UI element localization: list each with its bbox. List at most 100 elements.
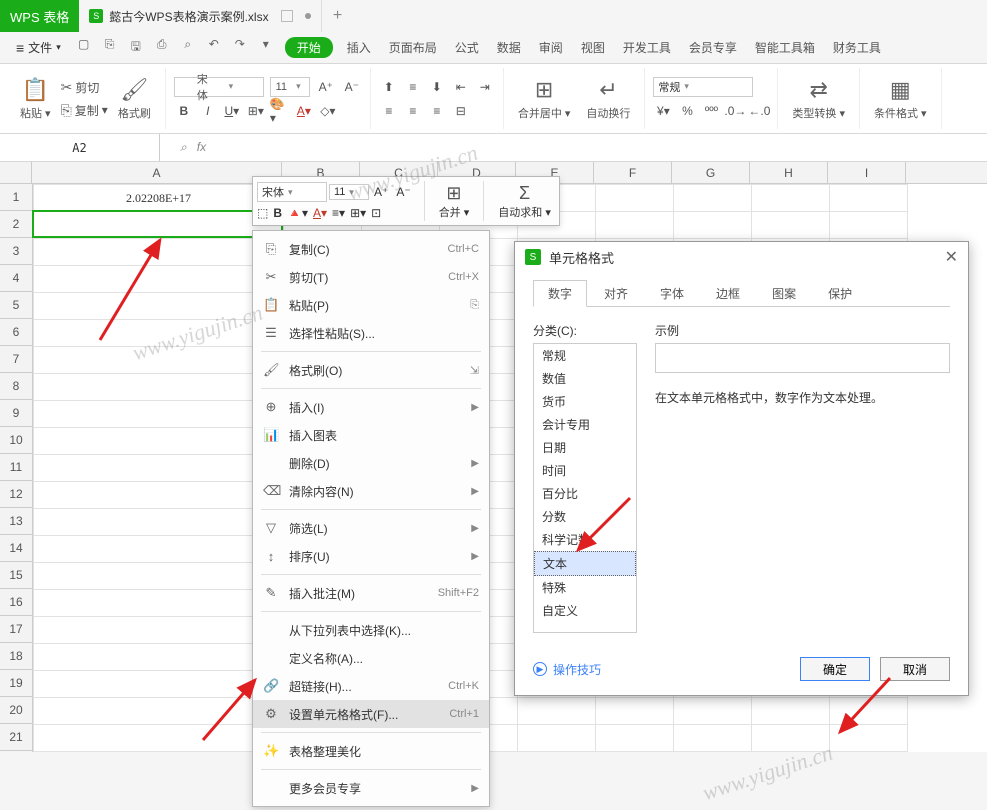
currency-icon[interactable]: ¥▾ (653, 101, 673, 121)
cm-define-name[interactable]: 定义名称(A)... (253, 644, 489, 672)
highlight-button[interactable]: ◇▾ (318, 101, 338, 121)
preview-icon[interactable]: ⌕ (179, 37, 197, 58)
mini-font-name[interactable]: 宋体▾ (257, 182, 327, 202)
row-header-2[interactable]: 2 (0, 211, 32, 238)
row-header-10[interactable]: 10 (0, 427, 32, 454)
cm-from-dropdown[interactable]: 从下拉列表中选择(K)... (253, 616, 489, 644)
row-header-14[interactable]: 14 (0, 535, 32, 562)
operation-tip-link[interactable]: ▶ 操作技巧 (533, 661, 601, 678)
cm-insert[interactable]: ⊕插入(I)▶ (253, 393, 489, 421)
row-header-13[interactable]: 13 (0, 508, 32, 535)
row-header-4[interactable]: 4 (0, 265, 32, 292)
tab-finance[interactable]: 财务工具 (833, 39, 881, 56)
row-header-3[interactable]: 3 (0, 238, 32, 265)
mini-increase-font-icon[interactable]: A⁺ (371, 185, 391, 199)
mini-font-size[interactable]: 11▾ (329, 184, 369, 200)
font-name-select[interactable]: 宋体▾ (174, 77, 264, 97)
align-right-icon[interactable]: ≡ (427, 101, 447, 121)
row-header-11[interactable]: 11 (0, 454, 32, 481)
row-header-19[interactable]: 19 (0, 670, 32, 697)
paste-button[interactable]: 📋 粘贴 ▾ (14, 77, 57, 121)
mini-align-button[interactable]: ≡▾ (332, 206, 345, 220)
row-header-12[interactable]: 12 (0, 481, 32, 508)
row-header-6[interactable]: 6 (0, 319, 32, 346)
mini-bold-button[interactable]: B (273, 206, 282, 220)
mini-format-button[interactable]: ⊡ (371, 206, 381, 220)
select-all-corner[interactable] (0, 162, 32, 183)
col-header-A[interactable]: A (32, 162, 282, 183)
merge-center-button[interactable]: ⊞ 合并居中 ▾ (512, 77, 577, 121)
copy-button[interactable]: ⎘复制 ▾ (57, 100, 112, 121)
indent-increase-icon[interactable]: ⇥ (475, 77, 495, 97)
align-center-icon[interactable]: ≡ (403, 101, 423, 121)
tab-review[interactable]: 审阅 (539, 39, 563, 56)
mini-border-button[interactable]: ⊞▾ (350, 206, 366, 220)
category-item[interactable]: 会计专用 (534, 413, 636, 436)
category-item[interactable]: 自定义 (534, 599, 636, 622)
mini-select-icon[interactable]: ⬚ (257, 206, 268, 220)
format-painter-button[interactable]: 🖌 格式刷 (112, 77, 157, 121)
document-tab[interactable]: S 懿古今WPS表格演示案例.xlsx (79, 0, 321, 32)
redo-icon[interactable]: ↷ (231, 37, 249, 58)
cm-copy[interactable]: ⎘复制(C)Ctrl+C (253, 235, 489, 263)
qat-more-icon[interactable]: ▾ (257, 37, 275, 58)
cm-hyperlink[interactable]: 🔗超链接(H)...Ctrl+K (253, 672, 489, 700)
tab-number[interactable]: 数字 (533, 280, 587, 307)
cm-sort[interactable]: ↕排序(U)▶ (253, 542, 489, 570)
cancel-button[interactable]: 取消 (880, 657, 950, 681)
cm-insert-comment[interactable]: ✎插入批注(M)Shift+F2 (253, 579, 489, 607)
row-header-9[interactable]: 9 (0, 400, 32, 427)
open-icon[interactable]: ⎘ (101, 37, 119, 58)
col-header-I[interactable]: I (828, 162, 906, 183)
decrease-decimal-icon[interactable]: ←.0 (749, 101, 769, 121)
row-header-8[interactable]: 8 (0, 373, 32, 400)
category-item[interactable]: 常规 (534, 344, 636, 367)
cm-delete[interactable]: 删除(D)▶ (253, 449, 489, 477)
font-color-button[interactable]: A▾ (294, 101, 314, 121)
tab-align[interactable]: 对齐 (589, 280, 643, 307)
cm-filter[interactable]: ▽筛选(L)▶ (253, 514, 489, 542)
row-header-17[interactable]: 17 (0, 616, 32, 643)
col-header-F[interactable]: F (594, 162, 672, 183)
decrease-font-icon[interactable]: A⁻ (342, 77, 362, 97)
category-item[interactable]: 文本 (534, 551, 636, 576)
category-item[interactable]: 数值 (534, 367, 636, 390)
distribute-icon[interactable]: ⊟ (451, 101, 471, 121)
cm-more-member[interactable]: 更多会员专享▶ (253, 774, 489, 802)
fill-color-button[interactable]: 🎨▾ (270, 101, 290, 121)
tab-view[interactable]: 视图 (581, 39, 605, 56)
undo-icon[interactable]: ↶ (205, 37, 223, 58)
tab-start[interactable]: 开始 (285, 37, 333, 58)
mini-autosum-button[interactable]: Σ 自动求和 ▾ (494, 183, 555, 220)
save-icon[interactable]: 🖫 (127, 37, 145, 58)
category-item[interactable]: 百分比 (534, 482, 636, 505)
tab-border[interactable]: 边框 (701, 280, 755, 307)
comma-icon[interactable]: ººº (701, 101, 721, 121)
mini-font-color-button[interactable]: A▾ (313, 206, 327, 220)
cancel-fx-icon[interactable]: ⌕ (180, 140, 187, 155)
tab-insert[interactable]: 插入 (347, 39, 371, 56)
number-format-select[interactable]: 常规▾ (653, 77, 753, 97)
align-top-icon[interactable]: ⬆ (379, 77, 399, 97)
new-tab-button[interactable]: + (322, 7, 354, 25)
align-bottom-icon[interactable]: ⬇ (427, 77, 447, 97)
tab-pattern[interactable]: 图案 (757, 280, 811, 307)
cut-button[interactable]: ✂剪切 (57, 77, 112, 98)
cm-cut[interactable]: ✂剪切(T)Ctrl+X (253, 263, 489, 291)
print-icon[interactable]: ⎙ (153, 37, 171, 58)
row-header-1[interactable]: 1 (0, 184, 32, 211)
ok-button[interactable]: 确定 (800, 657, 870, 681)
cm-beautify[interactable]: ✨表格整理美化 (253, 737, 489, 765)
category-item[interactable]: 货币 (534, 390, 636, 413)
row-header-7[interactable]: 7 (0, 346, 32, 373)
tab-dev-tools[interactable]: 开发工具 (623, 39, 671, 56)
col-header-G[interactable]: G (672, 162, 750, 183)
italic-button[interactable]: I (198, 101, 218, 121)
cm-clear[interactable]: ⌫清除内容(N)▶ (253, 477, 489, 505)
cm-paste-special[interactable]: ☰选择性粘贴(S)... (253, 319, 489, 347)
fx-icon[interactable]: fx (197, 140, 206, 155)
row-header-5[interactable]: 5 (0, 292, 32, 319)
category-item[interactable]: 科学记数 (534, 528, 636, 551)
category-item[interactable]: 分数 (534, 505, 636, 528)
tab-protect[interactable]: 保护 (813, 280, 867, 307)
